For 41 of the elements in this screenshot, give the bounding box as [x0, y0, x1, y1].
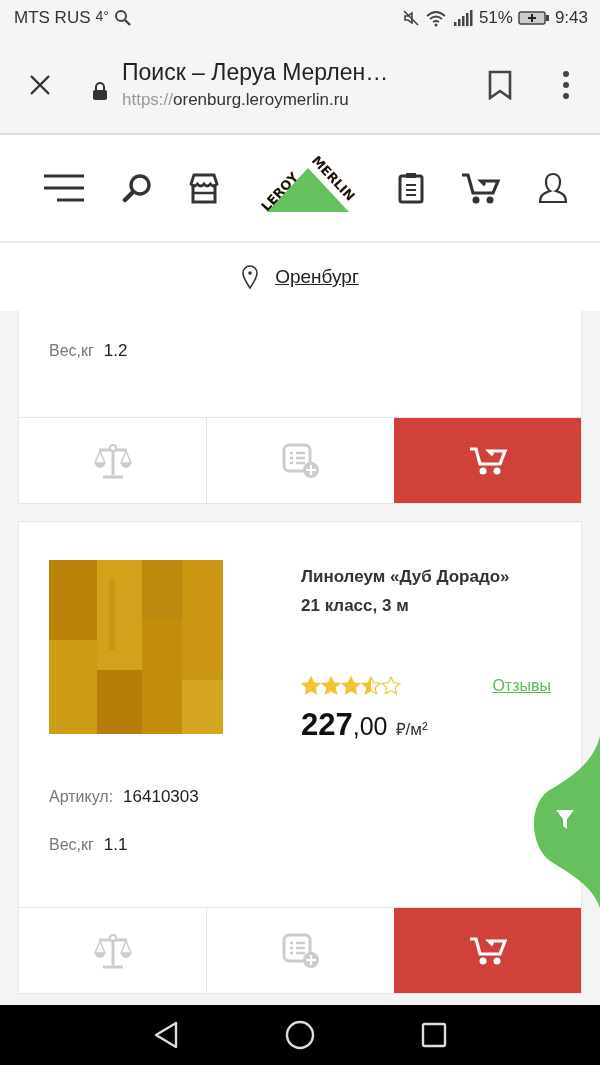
weight-label: Вес,кг: [49, 836, 94, 854]
battery-icon: [517, 10, 550, 26]
battery-percent: 51%: [478, 8, 513, 28]
list-add-icon: [281, 442, 320, 479]
weight-label: Вес,кг: [49, 342, 94, 360]
price: 227,00: [301, 707, 388, 743]
bookmark-icon[interactable]: [488, 69, 512, 100]
cart-icon[interactable]: [461, 172, 502, 204]
list-add-icon: [281, 932, 320, 969]
signal-icon: [451, 9, 474, 27]
price-unit: ₽/м²: [395, 719, 428, 740]
weight-value: 1.2: [103, 341, 128, 361]
search-icon[interactable]: [121, 173, 152, 203]
sku-value: 16410303: [123, 787, 199, 807]
back-icon[interactable]: [153, 1021, 179, 1049]
scales-icon: [92, 932, 133, 969]
close-icon[interactable]: [28, 72, 52, 97]
carrier-name: MTS RUS: [14, 8, 91, 28]
location-pin-icon: [241, 264, 260, 290]
cart-icon: [468, 445, 507, 476]
lock-icon: [92, 80, 108, 101]
recents-icon[interactable]: [421, 1022, 447, 1048]
home-icon[interactable]: [285, 1020, 315, 1050]
scales-icon: [92, 442, 133, 479]
search-icon: [113, 9, 132, 27]
sku-label: Артикул:: [49, 788, 114, 806]
mute-icon: [401, 9, 420, 27]
wifi-icon: [424, 9, 447, 27]
page-url[interactable]: https://orenburg.leroymerlin.ru: [122, 90, 488, 110]
page-title: Поиск – Леруа Мерлен…: [122, 59, 390, 86]
user-icon[interactable]: [537, 172, 568, 204]
city-link[interactable]: Оренбург: [275, 266, 359, 288]
more-icon[interactable]: [562, 69, 570, 100]
network-type: 4°: [95, 8, 109, 24]
store-icon[interactable]: [188, 172, 219, 204]
product-name[interactable]: Линолеум «Дуб Дорадо» 21 класс, 3 м: [301, 562, 529, 620]
menu-icon[interactable]: [43, 173, 85, 203]
clock: 9:43: [554, 8, 588, 28]
cart-icon: [468, 935, 507, 966]
weight-value: 1.1: [103, 835, 128, 855]
clipboard-icon[interactable]: [398, 172, 425, 204]
